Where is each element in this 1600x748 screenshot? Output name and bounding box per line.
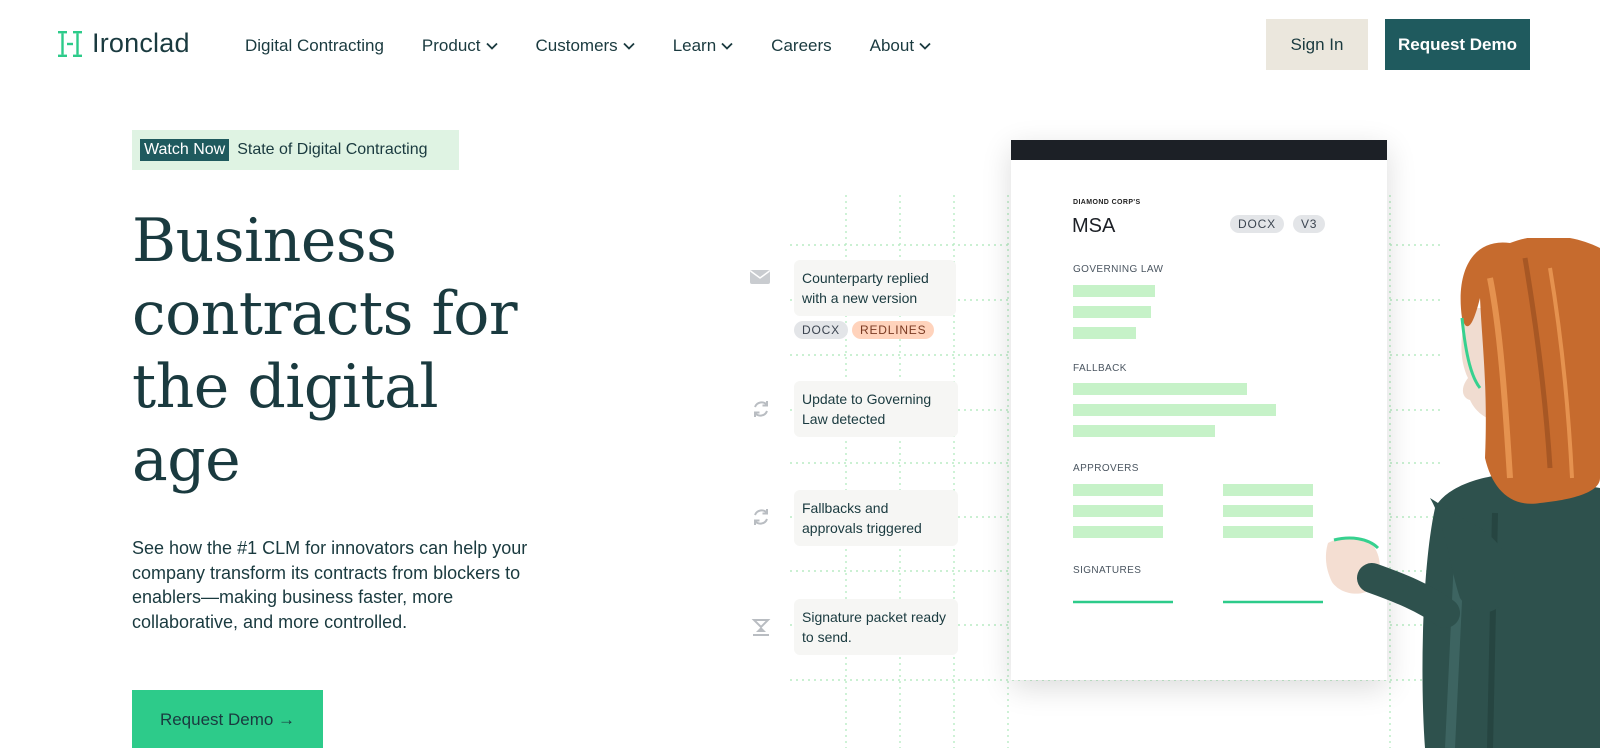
logo-text: Ironclad [92, 28, 190, 58]
request-demo-button[interactable]: Request Demo [1385, 19, 1530, 70]
nav-link-label: Learn [672, 36, 717, 55]
event-governing-law-update: Update to Governing Law detected [794, 381, 958, 437]
hero-headline: Business contracts for the digital age [132, 206, 518, 495]
top-navigation: Ironclad Digital Contracting Product Cus… [0, 0, 1600, 92]
sign-in-button[interactable]: Sign In [1266, 19, 1368, 70]
nav-link-label: Careers [771, 36, 832, 55]
chevron-down-icon [623, 42, 635, 50]
nav-link-label: About [869, 36, 915, 55]
watch-now-tag: Watch Now [140, 139, 230, 161]
signature-icon [751, 619, 771, 636]
person-illustration [1325, 238, 1600, 748]
hero-request-demo-button[interactable]: Request Demo → [132, 690, 323, 748]
redlines-tag: REDLINES [852, 321, 935, 339]
nav-learn[interactable]: Learn [673, 36, 733, 56]
watch-now-banner[interactable]: Watch Now State of Digital Contracting [132, 130, 459, 170]
ironclad-logo[interactable]: Ironclad [58, 28, 190, 59]
event-signature-packet: Signature packet ready to send. [794, 599, 958, 655]
nav-link-label: Digital Contracting [245, 36, 384, 55]
nav-about[interactable]: About [870, 36, 931, 56]
banner-text: State of Digital Contracting [237, 141, 428, 158]
ironclad-logo-icon [58, 30, 82, 57]
nav-careers[interactable]: Careers [771, 36, 831, 56]
event-fallbacks-triggered: Fallbacks and approvals triggered [794, 490, 958, 546]
refresh-icon [754, 509, 768, 525]
chevron-down-icon [919, 42, 931, 50]
nav-link-label: Customers [535, 36, 618, 55]
nav-product[interactable]: Product [422, 36, 498, 56]
nav-customers[interactable]: Customers [536, 36, 635, 56]
chevron-down-icon [485, 42, 498, 50]
refresh-icon [754, 401, 768, 417]
docx-tag: DOCX [794, 321, 848, 339]
mail-icon [750, 270, 770, 284]
main-menu: Digital Contracting Product Customers Le… [245, 36, 931, 56]
hero-subtext: See how the #1 CLM for innovators can he… [132, 538, 528, 632]
chevron-down-icon [721, 42, 733, 50]
event-counterparty-replied: Counterparty replied with a new version [794, 260, 956, 316]
nav-link-label: Product [421, 36, 481, 55]
nav-digital-contracting[interactable]: Digital Contracting [245, 36, 384, 56]
